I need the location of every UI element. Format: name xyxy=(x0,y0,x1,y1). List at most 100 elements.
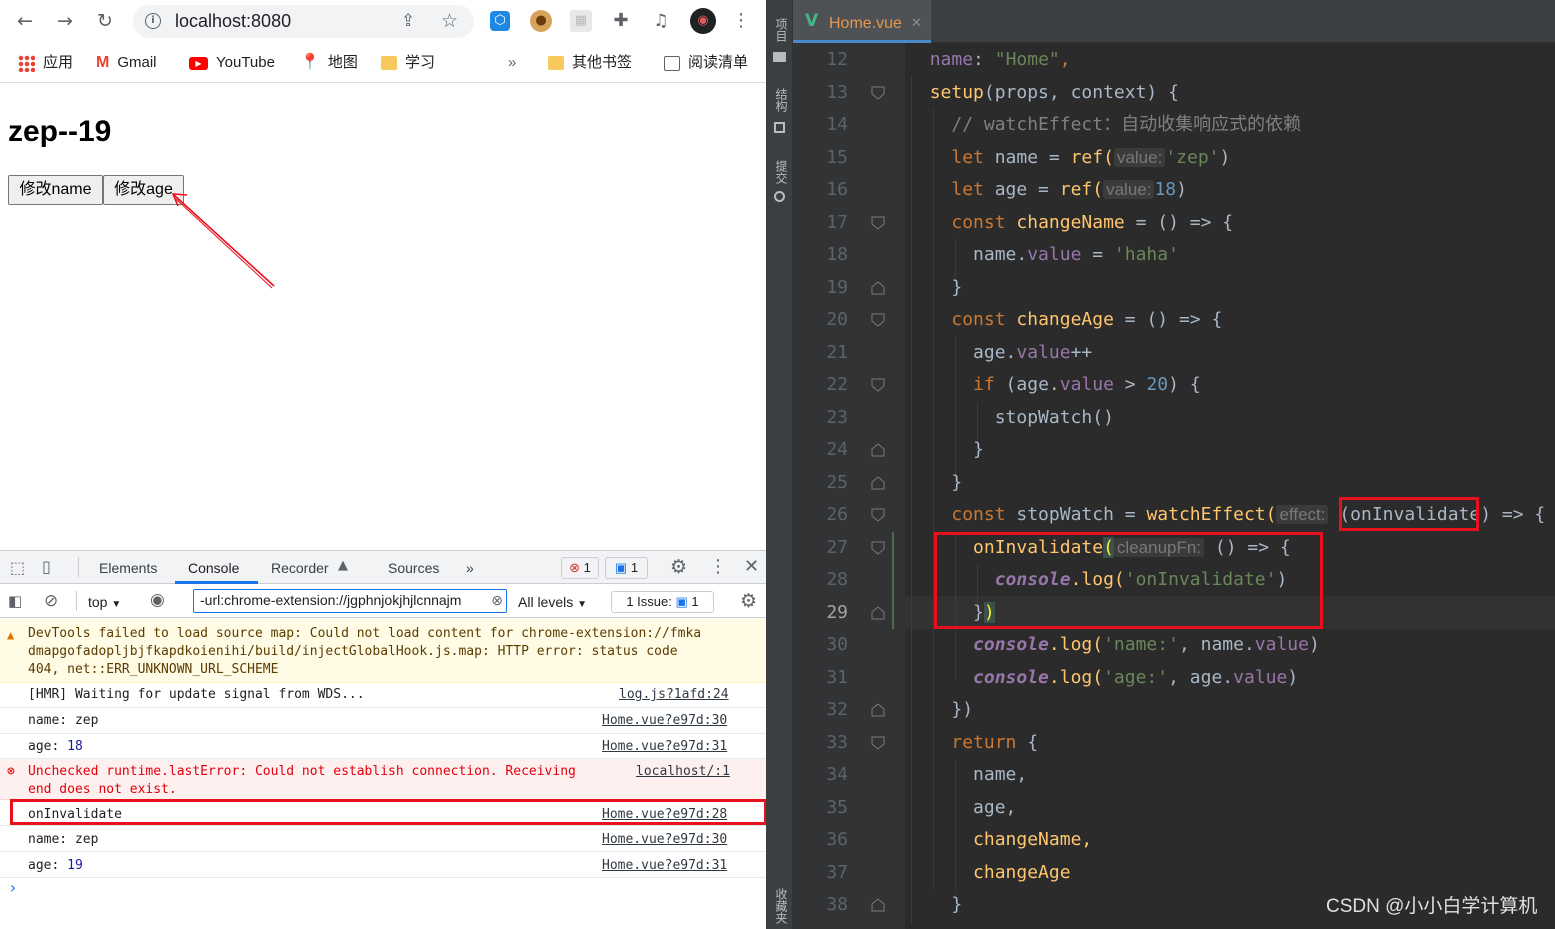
fold-open-icon[interactable] xyxy=(871,378,885,392)
tab-elements[interactable]: Elements xyxy=(99,559,157,577)
token: = () => { xyxy=(1124,212,1234,233)
source-link[interactable]: Home.vue?e97d:30 xyxy=(602,712,727,730)
site-info-icon[interactable]: i xyxy=(145,13,161,29)
source-link[interactable]: log.js?1afd:24 xyxy=(619,686,729,704)
live-expression-eye-icon[interactable]: ◉ xyxy=(150,590,165,610)
bookmark-star-icon[interactable]: ☆ xyxy=(441,10,458,32)
token: let xyxy=(951,147,984,168)
dropdown-arrow-icon: ▼ xyxy=(577,599,588,610)
log-message: age: 18 xyxy=(28,738,83,756)
token: } xyxy=(973,602,984,623)
devtools-menu-icon[interactable]: ⋮ xyxy=(709,556,727,577)
fold-close-icon[interactable] xyxy=(871,703,885,717)
levels-value: All levels xyxy=(518,594,574,610)
source-link[interactable]: Home.vue?e97d:28 xyxy=(602,806,727,824)
forward-icon[interactable]: → xyxy=(52,8,78,34)
clear-console-icon[interactable]: ⊘ xyxy=(44,591,58,611)
tab-console[interactable]: Console xyxy=(188,559,239,577)
code-editor[interactable]: 12 13 14 15 16 17 18 19 20 21 22 23 24 25 26 27 28 29 30 31… xyxy=(793,43,1555,929)
folder-icon xyxy=(548,56,564,71)
token: 18 xyxy=(1154,179,1177,200)
file-tab-home-vue[interactable]: V Home.vue ✕ xyxy=(793,0,931,43)
folder-icon xyxy=(773,52,786,62)
address-bar[interactable]: i localhost:8080 ⇪ ☆ xyxy=(133,5,474,38)
cookie-extension-icon[interactable]: ● xyxy=(530,10,552,32)
close-tab-icon[interactable]: ✕ xyxy=(911,15,922,32)
bookmark-folder-study[interactable]: 学习 xyxy=(381,52,435,74)
context-selector[interactable]: top ▼ xyxy=(88,593,121,614)
sidebar-toggle-icon[interactable]: ◧ xyxy=(8,592,22,610)
source-link[interactable]: localhost/:1 xyxy=(636,763,730,781)
more-tabs-button[interactable]: » xyxy=(466,559,474,577)
console-warning-row: ▲ DevTools failed to load source map: Co… xyxy=(0,619,766,683)
console-prompt[interactable]: › xyxy=(8,879,18,897)
error-count-badge[interactable]: ⊗ 1 xyxy=(561,557,599,579)
token: changeName, xyxy=(973,829,1093,850)
bookmarks-overflow-button[interactable]: » xyxy=(508,52,516,74)
fold-close-icon[interactable] xyxy=(871,605,885,620)
bookmark-youtube[interactable]: ▶ YouTube xyxy=(189,52,275,74)
reload-icon[interactable]: ↻ xyxy=(92,8,118,34)
bookmark-apps[interactable]: 应用 xyxy=(18,52,73,74)
token: const xyxy=(951,309,1006,330)
device-toolbar-icon[interactable]: ▯ xyxy=(42,557,51,576)
console-filter-input[interactable]: -url:chrome-extension://jgphnjokjhjlcnna… xyxy=(193,589,507,613)
token: 'age:' xyxy=(1103,667,1169,688)
token: 'name:' xyxy=(1103,634,1179,655)
fold-close-icon[interactable] xyxy=(871,475,885,490)
fold-open-icon[interactable] xyxy=(871,216,885,230)
tab-recorder[interactable]: Recorder xyxy=(271,559,329,577)
browser-menu-icon[interactable]: ⋮ xyxy=(730,10,752,32)
fold-close-icon[interactable] xyxy=(871,280,885,295)
clear-filter-icon[interactable]: ⊗ xyxy=(491,590,503,611)
code-line-20: const changeAge = () => { xyxy=(908,309,1222,331)
log-value: 19 xyxy=(67,858,83,873)
close-devtools-icon[interactable]: ✕ xyxy=(744,556,759,577)
tool-tab-commit[interactable]: 提交 xyxy=(771,160,789,184)
divider xyxy=(76,591,77,611)
param-hint: cleanupFn: xyxy=(1113,538,1205,557)
inspect-element-icon[interactable]: ⬚ xyxy=(10,558,25,577)
line-number: 25 xyxy=(826,471,848,493)
issues-button[interactable]: 1 Issue: ▣ 1 xyxy=(611,591,714,613)
fold-close-icon[interactable] xyxy=(871,443,885,457)
token: = () => { xyxy=(1113,309,1223,330)
bookmark-gmail[interactable]: M Gmail xyxy=(96,52,157,74)
settings-gear-icon[interactable]: ⚙ xyxy=(670,556,687,578)
console-settings-icon[interactable]: ⚙ xyxy=(740,590,757,612)
fold-open-icon[interactable] xyxy=(871,736,885,750)
bookmark-reading-list[interactable]: 阅读清单 xyxy=(664,52,748,74)
source-link[interactable]: Home.vue?e97d:30 xyxy=(602,831,727,849)
bookmark-label: 应用 xyxy=(43,54,74,71)
bookmark-folder-other[interactable]: 其他书签 xyxy=(548,52,632,74)
tab-sources[interactable]: Sources xyxy=(388,559,439,577)
back-icon[interactable]: ← xyxy=(12,8,38,34)
code-line-36: changeName, xyxy=(908,829,1092,851)
extension-hex-icon[interactable]: ⬡ xyxy=(490,11,510,31)
tool-tab-favorites[interactable]: 收藏夹 xyxy=(771,888,789,924)
console-row: name: zep Home.vue?e97d:30 xyxy=(0,708,766,734)
tool-tab-structure[interactable]: 结构 xyxy=(771,88,789,112)
source-link[interactable]: Home.vue?e97d:31 xyxy=(602,738,727,756)
extensions-puzzle-icon[interactable]: ✚ xyxy=(610,10,632,32)
fold-close-icon[interactable] xyxy=(871,898,885,912)
profile-avatar[interactable]: ◉ xyxy=(690,8,716,34)
bookmark-maps[interactable]: 📍 地图 xyxy=(300,52,358,74)
media-control-icon[interactable]: ♫ xyxy=(650,10,672,32)
token: .log( xyxy=(1048,667,1104,688)
fold-open-icon[interactable] xyxy=(871,541,885,555)
token: ) xyxy=(1308,634,1320,655)
log-levels-dropdown[interactable]: All levels ▼ xyxy=(518,593,587,614)
fold-open-icon[interactable] xyxy=(871,508,885,522)
fold-open-icon[interactable] xyxy=(871,86,885,100)
fold-open-icon[interactable] xyxy=(871,313,885,327)
source-link[interactable]: Home.vue?e97d:31 xyxy=(602,857,727,875)
line-number: 26 xyxy=(826,504,848,525)
tool-tab-project[interactable]: 项目 xyxy=(771,18,789,42)
grid-extension-icon[interactable]: ▦ xyxy=(570,10,592,32)
share-icon[interactable]: ⇪ xyxy=(401,11,415,31)
message-count-badge[interactable]: ▣ 1 xyxy=(605,557,648,579)
change-name-button[interactable]: 修改name xyxy=(8,175,103,205)
token: age, xyxy=(973,797,1017,818)
url-text[interactable]: localhost:8080 xyxy=(175,11,291,32)
